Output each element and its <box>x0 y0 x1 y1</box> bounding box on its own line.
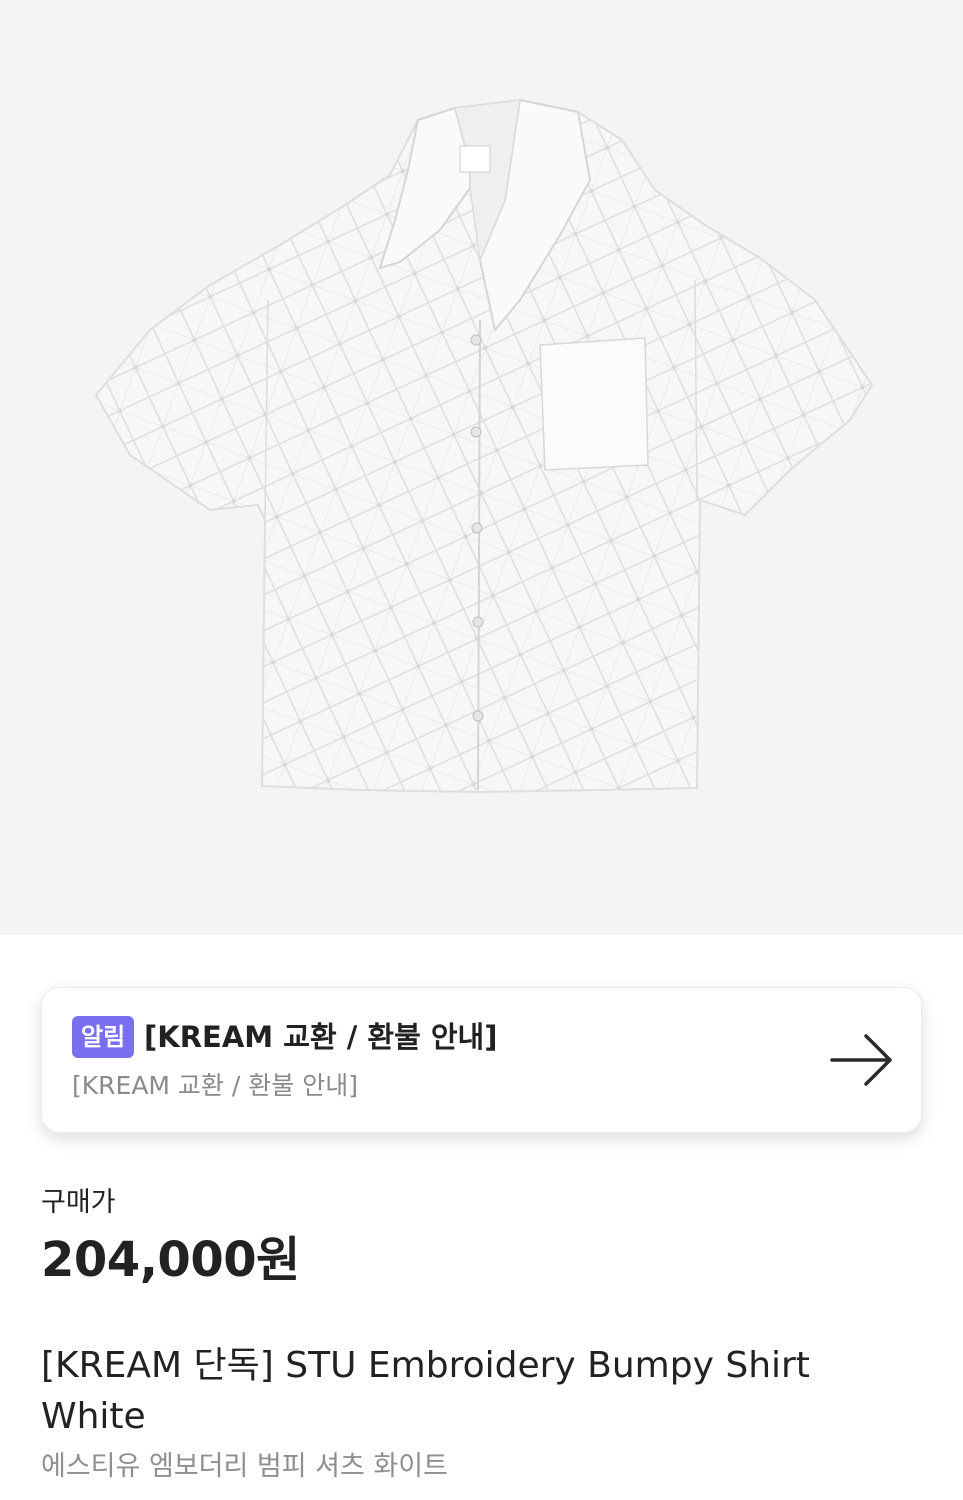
product-shirt-image <box>94 98 874 794</box>
product-image-area[interactable] <box>0 0 963 935</box>
price-value: 204,000원 <box>41 1232 300 1288</box>
product-name-korean: 에스티유 엠보더리 범피 셔츠 화이트 <box>41 1451 448 1482</box>
arrow-right-icon[interactable] <box>830 1033 894 1087</box>
notice-badge: 알림 <box>72 1016 135 1058</box>
notice-title: [KREAM 교환 / 환불 안내] <box>144 1020 498 1054</box>
notice-subtitle: [KREAM 교환 / 환불 안내] <box>72 1071 358 1100</box>
price-label: 구매가 <box>41 1187 116 1218</box>
notice-banner[interactable]: 알림 [KREAM 교환 / 환불 안내] [KREAM 교환 / 환불 안내] <box>41 987 922 1133</box>
product-name: [KREAM 단독] STU Embroidery Bumpy Shirt Wh… <box>41 1345 810 1437</box>
